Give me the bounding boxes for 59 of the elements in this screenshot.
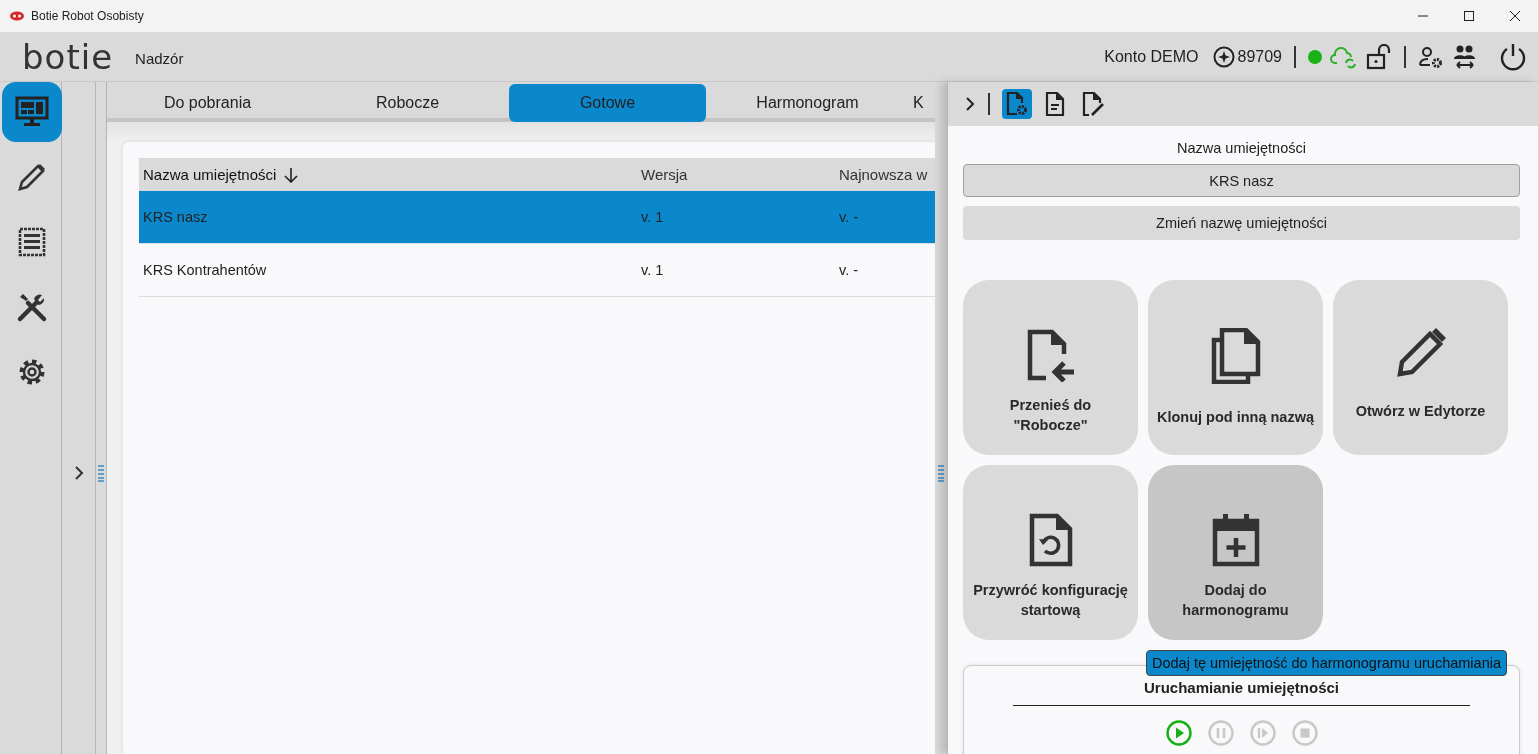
app-logo-icon	[10, 11, 24, 21]
tools-icon	[16, 291, 48, 323]
grip-icon[interactable]	[98, 464, 104, 482]
run-panel-title: Uruchamianie umiejętności	[1143, 679, 1340, 696]
sidebar-item[interactable]	[2, 82, 62, 142]
pencil-icon	[1395, 328, 1446, 378]
column-header[interactable]: Nazwa umiejętności	[139, 166, 637, 183]
action-tile[interactable]: Przywróć konfigurację startową	[963, 465, 1138, 640]
toolbar-button[interactable]	[1002, 89, 1032, 119]
tab[interactable]: Robocze	[309, 84, 506, 122]
section-title: Nadzór	[135, 50, 184, 67]
chevron-right-icon[interactable]	[964, 96, 976, 112]
users-swap-icon[interactable]	[1452, 43, 1478, 70]
arrow-down-icon	[284, 166, 299, 183]
tab[interactable]: K	[911, 84, 926, 122]
action-tile[interactable]: Dodaj do harmonogramu	[1148, 465, 1323, 640]
credits-count: 89709	[1237, 47, 1282, 66]
table-cell-text: v. 1	[640, 262, 665, 278]
document-icon	[1044, 91, 1066, 117]
rename-button[interactable]: Zmień nazwę umiejętności	[963, 206, 1520, 240]
tab[interactable]: Gotowe	[509, 84, 706, 122]
window-title: Botie Robot Osobisty	[31, 9, 144, 23]
copy-icon	[1209, 328, 1262, 384]
document-edit-icon	[1081, 91, 1105, 117]
table-cell-text: KRS nasz	[142, 209, 209, 225]
close-icon	[1509, 10, 1521, 22]
user-settings-icon[interactable]	[1418, 44, 1444, 69]
unlocked-padlock-icon[interactable]	[1366, 43, 1392, 70]
receipt-icon	[18, 227, 46, 257]
account-name: Konto DEMO	[1104, 47, 1199, 66]
table-cell-text: v. -	[838, 209, 860, 225]
chevron-right-icon[interactable]	[73, 465, 84, 481]
action-tile[interactable]: Przenieś do "Robocze"	[963, 280, 1138, 455]
pencil-icon	[17, 162, 47, 192]
document-gear-icon	[1005, 91, 1029, 117]
action-tile[interactable]: Klonuj pod inną nazwą	[1148, 280, 1323, 455]
monitor-icon	[15, 96, 49, 128]
field-label: Nazwa umiejętności	[1176, 140, 1307, 156]
table-cell-text: KRS Kontrahentów	[142, 262, 268, 278]
tooltip: Dodaj tę umiejętność do harmonogramu uruchamiania	[1146, 650, 1507, 676]
column-header[interactable]: Wersja	[637, 166, 835, 183]
botie-logo: botie	[22, 39, 114, 74]
compass-icon	[1212, 45, 1235, 68]
tab[interactable]: Do pobrania	[109, 84, 306, 122]
table-row[interactable]: KRS nasz v. 1 v. -	[139, 191, 935, 244]
grip-icon[interactable]	[938, 464, 944, 482]
file-restore-icon	[1028, 513, 1073, 567]
settings-icon	[17, 357, 47, 387]
calendar-plus-icon	[1211, 513, 1260, 567]
file-import-icon	[1025, 328, 1076, 382]
maximize-icon	[1463, 10, 1475, 22]
table-cell-text: v. 1	[640, 209, 665, 225]
skill-name-field[interactable]: KRS nasz	[963, 164, 1520, 197]
play-button[interactable]	[1164, 718, 1193, 747]
table-cell-text: v. -	[838, 262, 860, 278]
power-icon[interactable]	[1498, 41, 1528, 72]
tab[interactable]: Harmonogram	[709, 84, 906, 122]
action-tile[interactable]: Otwórz w Edytorze	[1333, 280, 1508, 455]
column-header[interactable]: Najnowsza w	[835, 166, 935, 183]
